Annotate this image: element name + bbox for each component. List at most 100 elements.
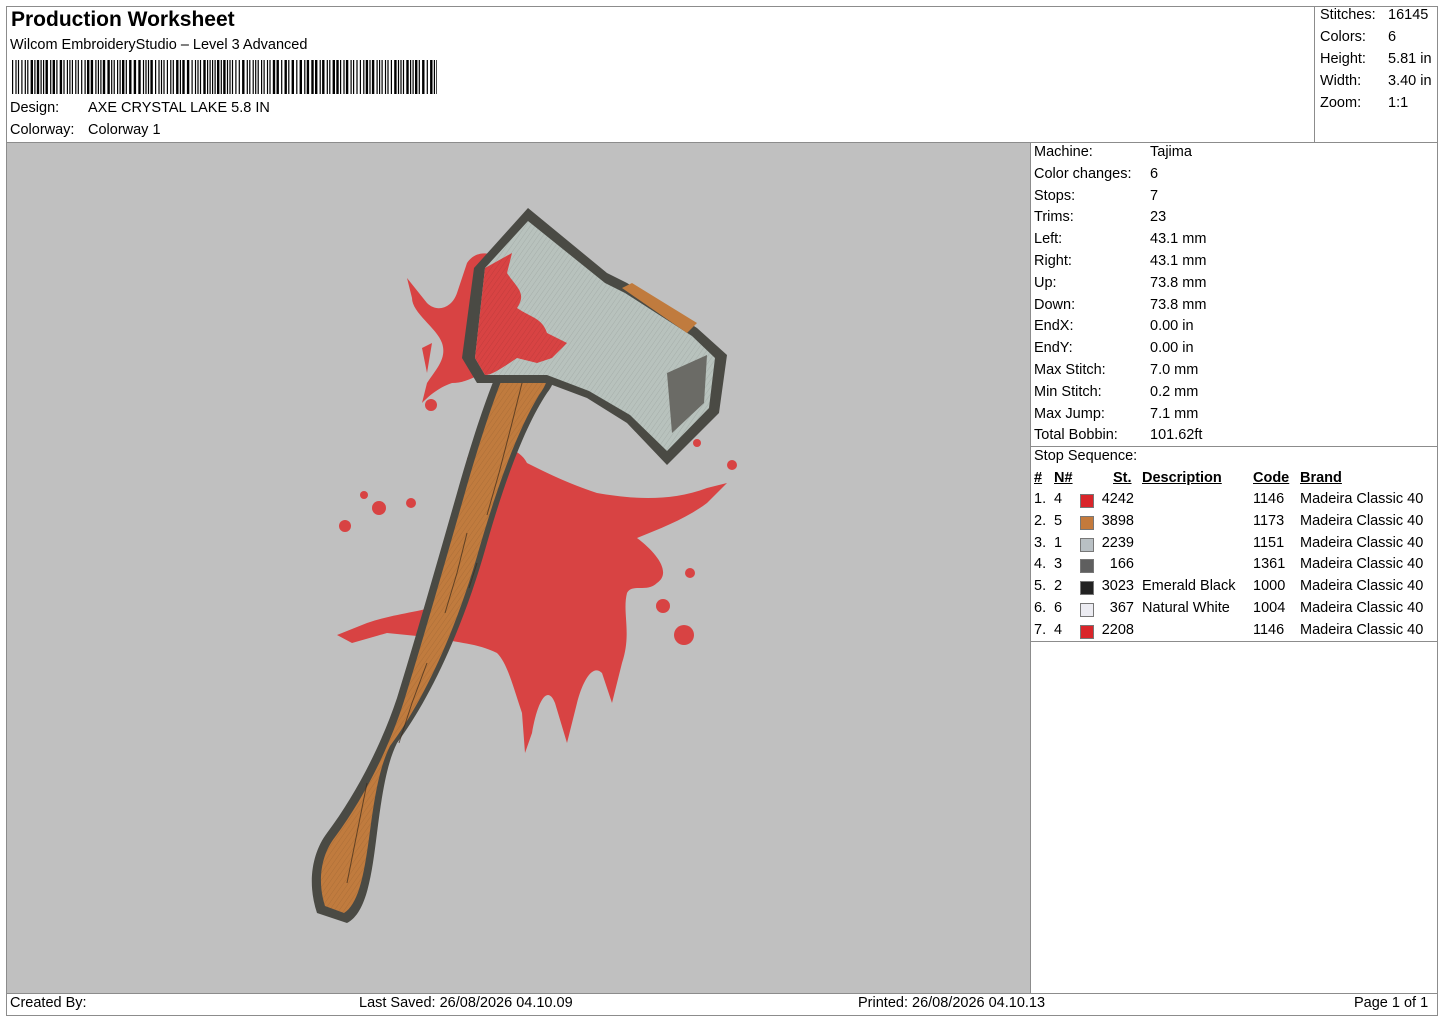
barcode-bar [272,60,276,94]
barcode-bar [249,60,251,94]
barcode-bar [17,60,20,94]
stop-st: 2208 [1101,621,1134,638]
design-label: Design: [10,100,60,116]
col-header-description: Description [1142,470,1222,486]
machine-info-value: 7 [1150,187,1159,204]
stat-label: Stitches: [1320,7,1376,23]
barcode-bar [263,60,265,94]
barcode-bar [353,60,355,94]
stop-sequence-row: 2. 5 3898 1173 Madeira Classic 40 [1031,513,1437,534]
stat-colors: Colors: 6 [1320,29,1396,45]
barcode-bar [394,60,397,94]
stop-n: 1 [1054,534,1063,551]
machine-info-value: 43.1 mm [1150,253,1207,269]
barcode-bar [281,60,283,94]
barcode-bar [63,60,65,94]
machine-info-value: 101.62ft [1150,427,1203,444]
barcode-bar [261,60,263,94]
machine-info-row: EndX: 0.00 in [1034,318,1194,334]
machine-info-label: Up: [1034,274,1057,291]
barcode-bar [371,60,375,94]
barcode-bar [381,60,383,94]
barcode-bar [296,60,298,94]
stop-brand: Madeira Classic 40 [1300,578,1424,595]
machine-info-row: EndY: 0.00 in [1034,340,1194,356]
barcode-bar [209,60,211,94]
stop-n: 2 [1054,578,1063,595]
stat-value: 3.40 in [1388,73,1432,89]
barcode-bar [176,60,179,94]
page-number: Page 1 of 1 [1354,995,1429,1011]
machine-info-value: 7.0 mm [1150,362,1199,378]
barcode-bar [138,60,141,94]
color-swatch [1080,494,1094,508]
stat-value: 5.81 in [1388,51,1432,67]
barcode-bar [332,60,335,94]
barcode-bar [145,60,147,94]
barcode-bar [34,60,36,94]
barcode-bar [75,60,77,94]
barcode-bar [276,60,279,94]
barcode-bar [242,60,245,94]
machine-info-row: Left: 43.1 mm [1034,231,1206,247]
barcode-bar [45,60,48,94]
barcode-bar [56,60,58,94]
machine-info-label: Min Stitch: [1034,383,1102,400]
barcode-bar [71,60,73,94]
color-swatch [1080,624,1094,639]
barcode-bar [197,60,199,94]
stop-st: 2239 [1101,534,1134,551]
stop-description: Emerald Black [1142,578,1236,595]
stop-n: 4 [1054,491,1063,507]
barcode-bar [163,60,165,94]
stop-idx: 6. [1034,600,1047,616]
barcode-bar [252,60,254,94]
barcode-bar [235,60,237,94]
barcode-bar [117,60,119,94]
stop-sequence-row: 7. 4 2208 1146 Madeira Classic 40 [1031,622,1437,643]
barcode-bar [238,60,240,94]
barcode-bar [179,60,181,94]
barcode-bar [226,60,229,94]
machine-info-label: Max Stitch: [1034,362,1106,378]
barcode-bar [111,60,113,94]
machine-info-row: Total Bobbin: 101.62ft [1034,427,1202,443]
barcode-bar [147,60,150,94]
col-header-st: St. [1113,470,1132,486]
stop-code: 1000 [1253,578,1286,595]
barcode-bar [246,60,248,94]
stop-sequence-row: 1. 4 4242 1146 Madeira Classic 40 [1031,491,1437,512]
barcode-bar [220,60,222,94]
barcode-bar [15,60,17,94]
barcode-bar [299,60,302,94]
stop-st: 3023 [1101,578,1134,595]
stat-height: Height: 5.81 in [1320,51,1432,67]
barcode-bar [158,60,160,94]
design-row: Design: AXE CRYSTAL LAKE 5.8 IN [10,100,270,116]
machine-info-row: Down: 73.8 mm [1034,297,1206,313]
summary-stats: Stitches: 16145 Colors: 6 Height: 5.81 in W… [1314,6,1438,143]
stop-n: 5 [1054,512,1063,529]
colorway-row: Colorway: Colorway 1 [10,122,161,138]
stat-width: Width: 3.40 in [1320,73,1432,89]
divider [6,993,1438,994]
barcode-bar [345,60,349,94]
color-swatch [1080,581,1094,596]
machine-info-value: 73.8 mm [1150,296,1207,313]
col-header-n: N# [1054,470,1073,486]
stop-idx: 3. [1034,534,1047,551]
stop-code: 1151 [1253,534,1285,551]
machine-info-row: Up: 73.8 mm [1034,275,1206,291]
barcode-bar [36,60,40,94]
machine-info-row: Color changes: 6 [1034,166,1158,182]
stop-idx: 7. [1034,621,1047,638]
barcode-bar [387,60,389,94]
stat-label: Zoom: [1320,95,1362,111]
barcode-bar [191,60,193,94]
barcode-bar [410,60,412,94]
stop-idx: 2. [1034,512,1047,529]
barcode-bar [343,60,345,94]
machine-info-label: Down: [1034,296,1076,313]
stat-zoom: Zoom: 1:1 [1320,95,1408,111]
machine-info-label: Total Bobbin: [1034,427,1118,444]
